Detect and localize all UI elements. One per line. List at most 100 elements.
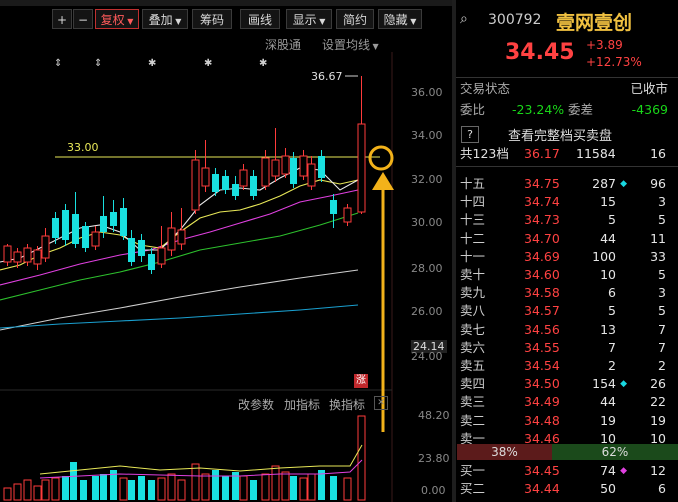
volume-bar: [343, 477, 352, 501]
weicha-value: -4369: [631, 102, 668, 117]
volume-ma-yellow: [39, 444, 363, 475]
volume-bar: [119, 477, 128, 501]
volume-bar: [177, 479, 186, 501]
candle-body: [271, 159, 280, 177]
candle-body: [100, 216, 107, 232]
y-tick: 36.00: [411, 86, 443, 99]
ask-level-row[interactable]: 十三 34.73 5 5: [458, 212, 676, 228]
candle-body: [41, 235, 50, 259]
candle-body: [261, 157, 270, 187]
ask-level-row[interactable]: 卖九 34.58 6 3: [458, 285, 676, 301]
ask-level-label: 十二: [460, 230, 486, 246]
bid-level-row[interactable]: 买一 34.45 74 ◆ 12: [458, 463, 676, 479]
ask-level-row[interactable]: 卖五 34.54 2 2: [458, 358, 676, 374]
ma-line-white: [0, 269, 359, 331]
ask-level-row[interactable]: 十五 34.75 287 ◆ 96: [458, 176, 676, 192]
ask-level-count: 22: [650, 394, 666, 410]
ask-level-volume: 10: [600, 267, 616, 282]
candle-body: [62, 210, 69, 240]
status-label: 交易状态: [460, 81, 511, 96]
y-tick: 30.00: [411, 216, 443, 229]
ask-level-count: 11: [650, 230, 666, 246]
ask-level-price: 34.55: [524, 339, 560, 355]
candle-body: [148, 254, 155, 270]
bid-level-row[interactable]: 买二 34.44 50 6: [458, 481, 676, 497]
candle-body: [13, 251, 22, 263]
ask-level-row[interactable]: 卖八 34.57 5 5: [458, 303, 676, 319]
ask-level-volume: 7: [608, 339, 616, 355]
level-line-label: 33.00: [67, 141, 99, 154]
switch-indicator-link[interactable]: 换指标: [329, 396, 365, 413]
ask-level-label: 卖三: [460, 394, 486, 410]
search-icon[interactable]: ⌕: [460, 11, 476, 27]
candle-body: [330, 200, 337, 214]
candle-body: [191, 159, 200, 211]
ask-level-count: 3: [658, 285, 666, 301]
candle-body: [212, 174, 219, 192]
volume-bar: [70, 462, 77, 500]
ask-level-volume: 13: [600, 321, 616, 337]
change-params-link[interactable]: 改参数: [238, 396, 274, 413]
ask-level-label: 卖四: [460, 376, 486, 392]
total-price: 36.17: [524, 146, 560, 161]
candle-body: [222, 176, 229, 190]
volume-bar: [157, 477, 166, 501]
ask-level-count: 5: [658, 303, 666, 319]
candle-body: [250, 176, 257, 196]
volume-bar: [51, 477, 60, 501]
bid-level-volume: 74: [600, 463, 616, 478]
ask-level-label: 卖六: [460, 339, 486, 355]
ask-level-row[interactable]: 卖七 34.56 13 7: [458, 322, 676, 338]
ask-level-price: 34.75: [524, 176, 560, 191]
help-icon[interactable]: ?: [461, 126, 479, 143]
ask-level-label: 十四: [460, 194, 486, 210]
close-indicator-icon[interactable]: ✕: [374, 396, 388, 410]
full-orderbook-link[interactable]: 查看完整档买卖盘: [508, 125, 612, 144]
volume-bar: [250, 480, 257, 500]
ask-level-price: 34.58: [524, 285, 560, 301]
ask-level-volume: 100: [592, 248, 616, 264]
ask-level-count: 7: [658, 321, 666, 337]
weicha-label: 委差: [568, 102, 594, 117]
ask-level-price: 34.54: [524, 358, 560, 373]
candle-body: [343, 207, 352, 223]
ask-level-volume: 154: [592, 376, 616, 392]
ask-level-price: 34.69: [524, 248, 560, 264]
y-tick: 26.00: [411, 305, 443, 318]
candle-body: [3, 245, 12, 263]
diamond-icon: ◆: [620, 179, 627, 189]
event-marker-arrows-icon: ⇕: [94, 58, 102, 69]
ask-level-row[interactable]: 卖二 34.48 19 19: [458, 413, 676, 429]
ask-level-row[interactable]: 卖十 34.60 10 5: [458, 267, 676, 283]
diamond-icon: ◆: [620, 379, 627, 390]
ask-level-label: 十一: [460, 248, 486, 264]
candle-body: [167, 227, 176, 251]
volume-bar: [191, 463, 200, 501]
ask-level-row[interactable]: 卖三 34.49 44 22: [458, 394, 676, 410]
ask-level-row[interactable]: 十二 34.70 44 11: [458, 231, 676, 247]
ask-level-price: 34.73: [524, 212, 560, 228]
event-markers: ⇕ ⇕ ✱ ✱ ✱: [54, 58, 267, 69]
vol-tick: 23.80: [418, 452, 450, 465]
ask-level-volume: 2: [608, 358, 616, 373]
ask-level-price: 34.57: [524, 303, 560, 319]
ask-level-row[interactable]: 卖四 34.50 154 ◆ 26: [458, 376, 676, 392]
ask-level-count: 7: [658, 339, 666, 355]
kline-chart[interactable]: ⇕ ⇕ ✱ ✱ ✱ 33.00 36.67: [0, 0, 452, 502]
ask-level-volume: 44: [600, 394, 616, 410]
volume-bar: [92, 476, 99, 500]
candle-body: [23, 247, 32, 263]
volume-bar: [128, 480, 135, 500]
volume-bar: [3, 487, 12, 501]
total-label: 共123档: [460, 146, 509, 161]
total-row: 共123档 36.17 11584 16: [458, 146, 676, 162]
add-indicator-link[interactable]: 加指标: [284, 396, 320, 413]
sell-ratio-bar: 62%: [552, 444, 678, 460]
divider: [456, 166, 678, 167]
ask-level-row[interactable]: 十一 34.69 100 33: [458, 249, 676, 265]
candle-body: [307, 163, 316, 187]
ask-level-row[interactable]: 卖六 34.55 7 7: [458, 340, 676, 356]
ask-level-row[interactable]: 十四 34.74 15 3: [458, 194, 676, 210]
ask-level-label: 十三: [460, 212, 486, 228]
status-row: 交易状态 已收市: [458, 81, 676, 97]
